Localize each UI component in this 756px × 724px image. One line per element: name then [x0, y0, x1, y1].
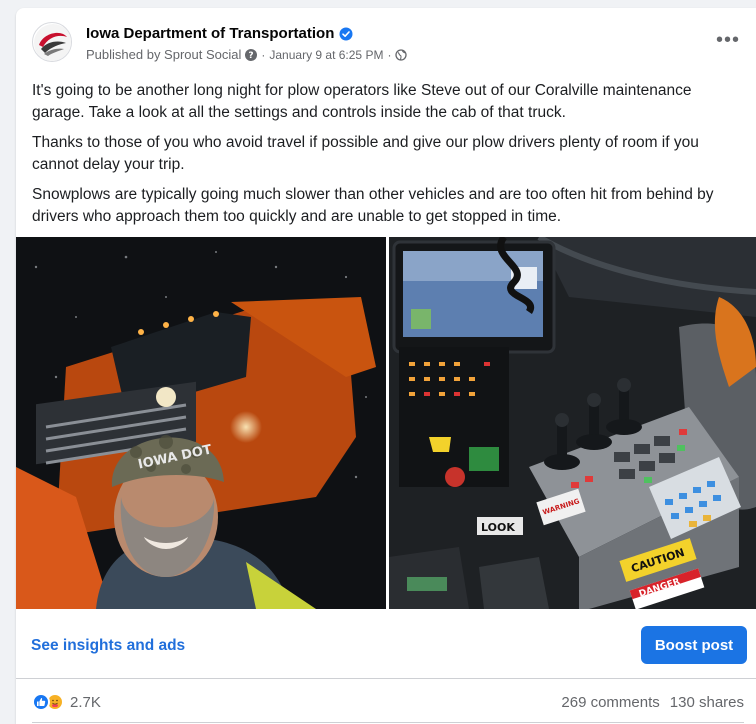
engagement-stats: 269 comments 130 shares — [561, 694, 744, 711]
page-name-row: Iowa Department of Transportation — [86, 25, 353, 42]
see-insights-link[interactable]: See insights and ads — [31, 637, 185, 655]
post-paragraph: Thanks to those of you who avoid travel … — [32, 134, 699, 173]
separator-dot: · — [387, 47, 392, 62]
post-date[interactable]: January 9 at 6:25 PM — [269, 48, 383, 62]
post-actions-bar: See insights and ads Boost post — [16, 609, 756, 679]
boost-post-button[interactable]: Boost post — [641, 626, 747, 664]
look-label: LOOK — [481, 521, 515, 534]
more-options-button[interactable]: ••• — [716, 30, 740, 50]
help-icon[interactable]: ? — [245, 48, 258, 61]
separator-dot: · — [261, 47, 266, 62]
globe-icon[interactable] — [395, 48, 408, 61]
like-reaction-icon — [32, 693, 50, 711]
post-card: Iowa Department of Transportation Publis… — [16, 8, 756, 724]
reaction-count: 2.7K — [70, 693, 101, 711]
photo-cab-controls[interactable]: LOOK WARNING CAUTION DANGER — [389, 237, 756, 609]
page-avatar[interactable] — [32, 22, 72, 62]
published-by: Published by Sprout Social — [86, 47, 242, 62]
photo-driver-selfie[interactable]: IOWA DOT — [16, 237, 386, 609]
reactions-summary[interactable]: 2.7K — [32, 693, 101, 711]
post-paragraph: Snowplows are typically going much slowe… — [32, 186, 714, 225]
page-name[interactable]: Iowa Department of Transportation — [86, 25, 334, 42]
svg-text:?: ? — [249, 51, 254, 61]
post-meta: Published by Sprout Social ? · January 9… — [86, 47, 408, 62]
shares-count[interactable]: 130 shares — [670, 694, 744, 711]
comments-count[interactable]: 269 comments — [561, 694, 659, 711]
cab-controls-image: LOOK WARNING CAUTION DANGER — [389, 237, 756, 609]
photo-grid: IOWA DOT LOOK WARNING CAUTION DANGER — [16, 237, 756, 609]
post-footer: 2.7K 269 comments 130 shares — [32, 690, 744, 714]
verified-badge-icon — [339, 27, 353, 40]
post-text: It's going to be another long night for … — [32, 80, 744, 236]
post-header: Iowa Department of Transportation Publis… — [32, 22, 740, 66]
iowa-dot-logo-icon — [34, 24, 71, 61]
divider — [32, 722, 744, 723]
driver-selfie-image: IOWA DOT — [16, 237, 386, 609]
post-paragraph: It's going to be another long night for … — [32, 82, 692, 121]
